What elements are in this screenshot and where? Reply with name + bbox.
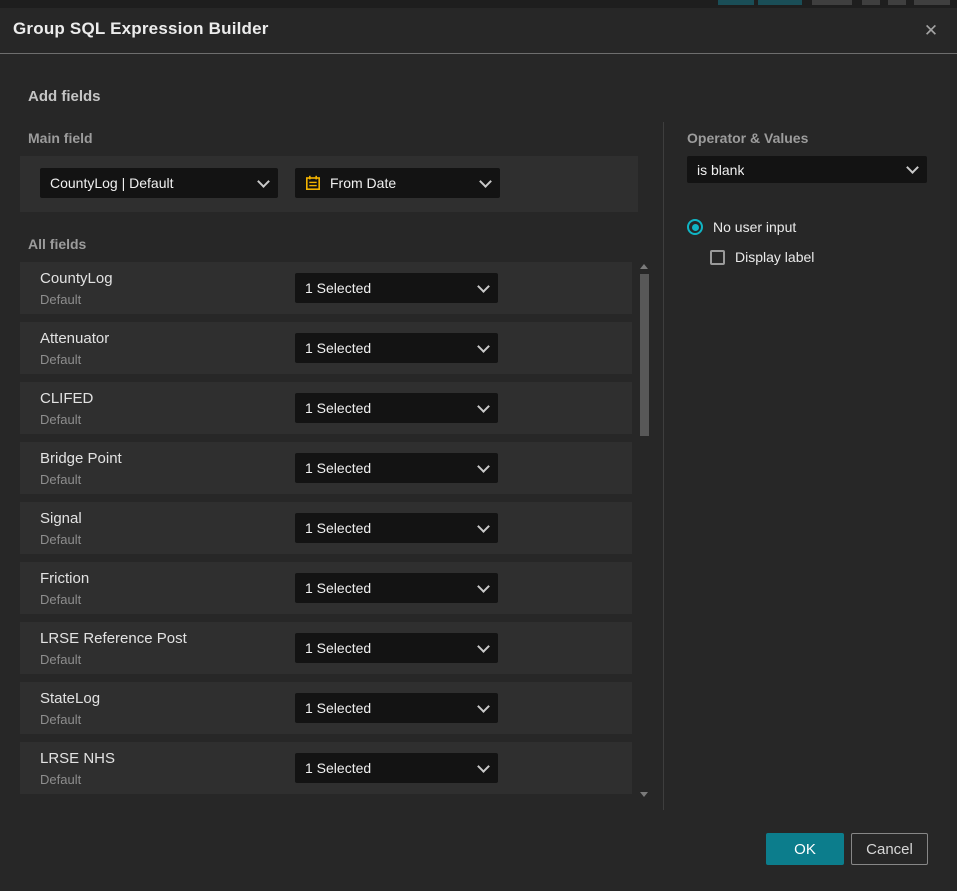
field-selection-value: 1 Selected xyxy=(305,640,371,656)
chevron-down-icon xyxy=(906,161,919,174)
main-field-date-dropdown[interactable]: From Date xyxy=(295,168,500,198)
field-selection-value: 1 Selected xyxy=(305,280,371,296)
field-selection-dropdown[interactable]: 1 Selected xyxy=(295,693,498,723)
chevron-down-icon xyxy=(477,340,490,353)
field-selection-dropdown[interactable]: 1 Selected xyxy=(295,633,498,663)
background-toolbar-fragment xyxy=(812,0,852,5)
no-user-input-radio[interactable]: No user input xyxy=(687,219,796,235)
field-row[interactable]: Friction Default 1 Selected xyxy=(20,562,632,614)
dialog-titlebar: Group SQL Expression Builder ✕ xyxy=(0,8,957,53)
field-selection-dropdown[interactable]: 1 Selected xyxy=(295,333,498,363)
display-label-checkbox[interactable]: Display label xyxy=(710,249,814,265)
chevron-down-icon xyxy=(477,760,490,773)
field-source: Default xyxy=(40,712,81,727)
add-fields-heading: Add fields xyxy=(28,88,101,105)
background-toolbar-fragment xyxy=(888,0,906,5)
field-source: Default xyxy=(40,772,81,787)
background-toolbar-fragment xyxy=(914,0,950,5)
main-field-panel: CountyLog | Default From Date xyxy=(20,156,638,212)
main-field-source-value: CountyLog | Default xyxy=(50,175,174,191)
display-label-label: Display label xyxy=(735,249,814,265)
background-toolbar-fragment xyxy=(758,0,802,5)
field-source: Default xyxy=(40,412,81,427)
field-name: LRSE Reference Post xyxy=(40,630,187,647)
field-name: Attenuator xyxy=(40,330,109,347)
field-selection-dropdown[interactable]: 1 Selected xyxy=(295,513,498,543)
chevron-down-icon xyxy=(477,400,490,413)
field-name: CountyLog xyxy=(40,270,113,287)
field-row[interactable]: CountyLog Default 1 Selected xyxy=(20,262,632,314)
field-name: Friction xyxy=(40,570,89,587)
chevron-down-icon xyxy=(477,700,490,713)
field-name: CLIFED xyxy=(40,390,93,407)
checkbox-unchecked-icon xyxy=(710,250,725,265)
ok-button[interactable]: OK xyxy=(766,833,844,865)
titlebar-divider xyxy=(0,53,957,54)
field-selection-value: 1 Selected xyxy=(305,580,371,596)
all-fields-list: CountyLog Default 1 Selected Attenuator … xyxy=(20,262,632,802)
chevron-down-icon xyxy=(479,175,492,188)
field-selection-dropdown[interactable]: 1 Selected xyxy=(295,453,498,483)
chevron-down-icon xyxy=(477,520,490,533)
main-field-label: Main field xyxy=(28,130,93,146)
background-app-strip xyxy=(0,0,957,8)
field-source: Default xyxy=(40,532,81,547)
field-row[interactable]: Bridge Point Default 1 Selected xyxy=(20,442,632,494)
field-name: StateLog xyxy=(40,690,100,707)
field-selection-dropdown[interactable]: 1 Selected xyxy=(295,573,498,603)
all-fields-label: All fields xyxy=(28,236,86,252)
background-toolbar-fragment xyxy=(862,0,880,5)
field-row[interactable]: LRSE NHS Default 1 Selected xyxy=(20,742,632,794)
screen: Group SQL Expression Builder ✕ Add field… xyxy=(0,0,957,891)
operator-values-heading: Operator & Values xyxy=(687,130,808,146)
field-row[interactable]: Attenuator Default 1 Selected xyxy=(20,322,632,374)
field-source: Default xyxy=(40,292,81,307)
field-selection-dropdown[interactable]: 1 Selected xyxy=(295,273,498,303)
scrollbar-up-arrow-icon[interactable] xyxy=(640,264,648,269)
field-row[interactable]: Signal Default 1 Selected xyxy=(20,502,632,554)
field-name: Signal xyxy=(40,510,82,527)
field-name: Bridge Point xyxy=(40,450,122,467)
background-toolbar-fragment xyxy=(718,0,754,5)
field-row[interactable]: StateLog Default 1 Selected xyxy=(20,682,632,734)
field-selection-dropdown[interactable]: 1 Selected xyxy=(295,393,498,423)
dialog-title: Group SQL Expression Builder xyxy=(13,19,269,39)
field-name: LRSE NHS xyxy=(40,750,115,767)
scrollbar-down-arrow-icon[interactable] xyxy=(640,792,648,797)
operator-dropdown[interactable]: is blank xyxy=(687,156,927,183)
cancel-button[interactable]: Cancel xyxy=(851,833,928,865)
field-row[interactable]: LRSE Reference Post Default 1 Selected xyxy=(20,622,632,674)
field-source: Default xyxy=(40,592,81,607)
field-selection-value: 1 Selected xyxy=(305,400,371,416)
field-selection-dropdown[interactable]: 1 Selected xyxy=(295,753,498,783)
main-field-source-dropdown[interactable]: CountyLog | Default xyxy=(40,168,278,198)
field-selection-value: 1 Selected xyxy=(305,460,371,476)
field-selection-value: 1 Selected xyxy=(305,520,371,536)
chevron-down-icon xyxy=(477,460,490,473)
chevron-down-icon xyxy=(477,580,490,593)
main-field-date-value: From Date xyxy=(330,175,396,191)
close-icon[interactable]: ✕ xyxy=(917,17,945,45)
column-divider xyxy=(663,122,664,810)
field-selection-value: 1 Selected xyxy=(305,700,371,716)
chevron-down-icon xyxy=(477,280,490,293)
field-selection-value: 1 Selected xyxy=(305,760,371,776)
chevron-down-icon xyxy=(477,640,490,653)
field-source: Default xyxy=(40,472,81,487)
scrollbar-thumb[interactable] xyxy=(640,274,649,436)
field-selection-value: 1 Selected xyxy=(305,340,371,356)
group-sql-expression-builder-dialog: Group SQL Expression Builder ✕ Add field… xyxy=(0,8,957,891)
field-source: Default xyxy=(40,652,81,667)
radio-selected-icon xyxy=(687,219,703,235)
field-source: Default xyxy=(40,352,81,367)
field-row[interactable]: CLIFED Default 1 Selected xyxy=(20,382,632,434)
no-user-input-label: No user input xyxy=(713,219,796,235)
chevron-down-icon xyxy=(257,175,270,188)
operator-dropdown-value: is blank xyxy=(697,162,744,178)
calendar-icon xyxy=(305,175,321,191)
